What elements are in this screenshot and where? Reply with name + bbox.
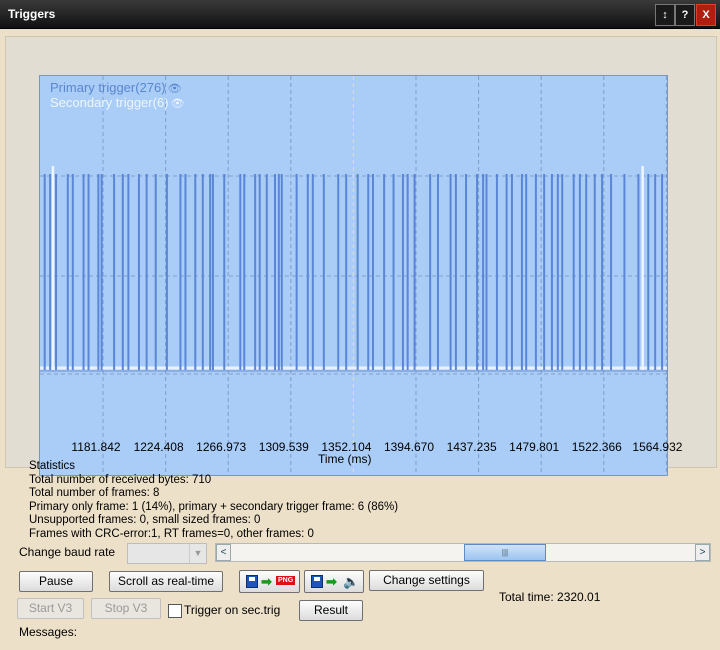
eye-icon[interactable]: 👁 bbox=[171, 98, 185, 110]
baud-rate-label: Change baud rate bbox=[19, 545, 116, 559]
arrow-right-icon: ➡ bbox=[261, 574, 272, 589]
chevron-down-icon: ▼ bbox=[189, 544, 206, 563]
png-icon: PNG bbox=[276, 576, 296, 585]
x-tick-label: 1479.801 bbox=[509, 440, 560, 454]
x-tick-label: 1394.670 bbox=[383, 440, 435, 454]
x-tick-label: 1224.408 bbox=[133, 440, 184, 454]
legend-secondary[interactable]: Secondary trigger(6) 👁 bbox=[50, 95, 184, 110]
stat-unsupported-frames: Unsupported frames: 0, small sized frame… bbox=[29, 514, 261, 526]
legend-primary[interactable]: Primary trigger(276) 👁 bbox=[50, 80, 182, 95]
scroll-left-button[interactable]: < bbox=[216, 544, 231, 561]
stat-crc-errors: Frames with CRC-error:1, RT frames=0, ot… bbox=[29, 527, 314, 540]
baud-rate-select[interactable]: ▼ bbox=[127, 543, 207, 564]
save-png-button[interactable]: ➡ PNG bbox=[239, 570, 300, 593]
change-settings-button[interactable]: Change settings bbox=[369, 570, 484, 591]
resize-icon[interactable]: ↕ bbox=[655, 4, 675, 26]
stat-received-bytes: Total number of received bytes: 710 bbox=[29, 473, 212, 486]
scroll-thumb[interactable]: ||| bbox=[464, 544, 546, 561]
plot-area: Primary trigger(276) 👁 Secondary trigger(… bbox=[39, 75, 668, 476]
start-v3-button[interactable]: Start V3 bbox=[17, 598, 84, 619]
total-time-label: Total time: 2320.01 bbox=[499, 590, 601, 604]
save-audio-button[interactable]: ➡ 🔈 bbox=[304, 570, 364, 593]
trigger-sec-label: Trigger on sec.trig bbox=[184, 603, 281, 617]
close-icon[interactable]: X bbox=[696, 4, 716, 26]
x-tick-label: 1564.932 bbox=[632, 440, 683, 454]
floppy-icon bbox=[246, 575, 258, 588]
title-bar: Triggers ↕ ? X bbox=[0, 0, 720, 29]
floppy-icon bbox=[311, 575, 323, 588]
statistics-heading: Statistics bbox=[29, 460, 76, 472]
stop-v3-button[interactable]: Stop V3 bbox=[91, 598, 161, 619]
stat-total-frames: Total number of frames: 8 bbox=[29, 487, 160, 499]
stat-trigger-frames: Primary only frame: 1 (14%), primary + s… bbox=[29, 500, 399, 513]
statistics-panel: Statistics Total number of received byte… bbox=[29, 460, 398, 541]
time-scrollbar[interactable]: < ||| > bbox=[215, 543, 711, 562]
scroll-right-button[interactable]: > bbox=[695, 544, 710, 561]
scroll-realtime-button[interactable]: Scroll as real-time bbox=[109, 571, 223, 592]
x-tick-label: 1437.235 bbox=[446, 440, 497, 454]
chart-panel: Primary trigger(276) 👁 Secondary trigger(… bbox=[5, 36, 717, 476]
x-tick-label: 1266.973 bbox=[196, 440, 247, 454]
x-tick-label: 1522.366 bbox=[571, 440, 622, 454]
pause-button[interactable]: Pause bbox=[19, 571, 93, 592]
trigger-sec-checkbox[interactable] bbox=[168, 604, 182, 618]
legend-secondary-label: Secondary trigger(6) bbox=[50, 95, 169, 110]
x-tick-label: 1181.842 bbox=[71, 440, 121, 454]
window-title: Triggers bbox=[8, 7, 56, 21]
result-button[interactable]: Result bbox=[299, 600, 363, 621]
trigger-chart bbox=[40, 76, 667, 475]
arrow-right-icon: ➡ bbox=[326, 574, 337, 589]
messages-label: Messages: bbox=[19, 625, 78, 639]
legend-primary-label: Primary trigger(276) bbox=[50, 80, 166, 95]
eye-icon[interactable]: 👁 bbox=[168, 83, 182, 95]
help-icon[interactable]: ? bbox=[675, 4, 695, 26]
speaker-icon: 🔈 bbox=[343, 574, 360, 589]
x-tick-label: 1309.539 bbox=[258, 440, 309, 454]
